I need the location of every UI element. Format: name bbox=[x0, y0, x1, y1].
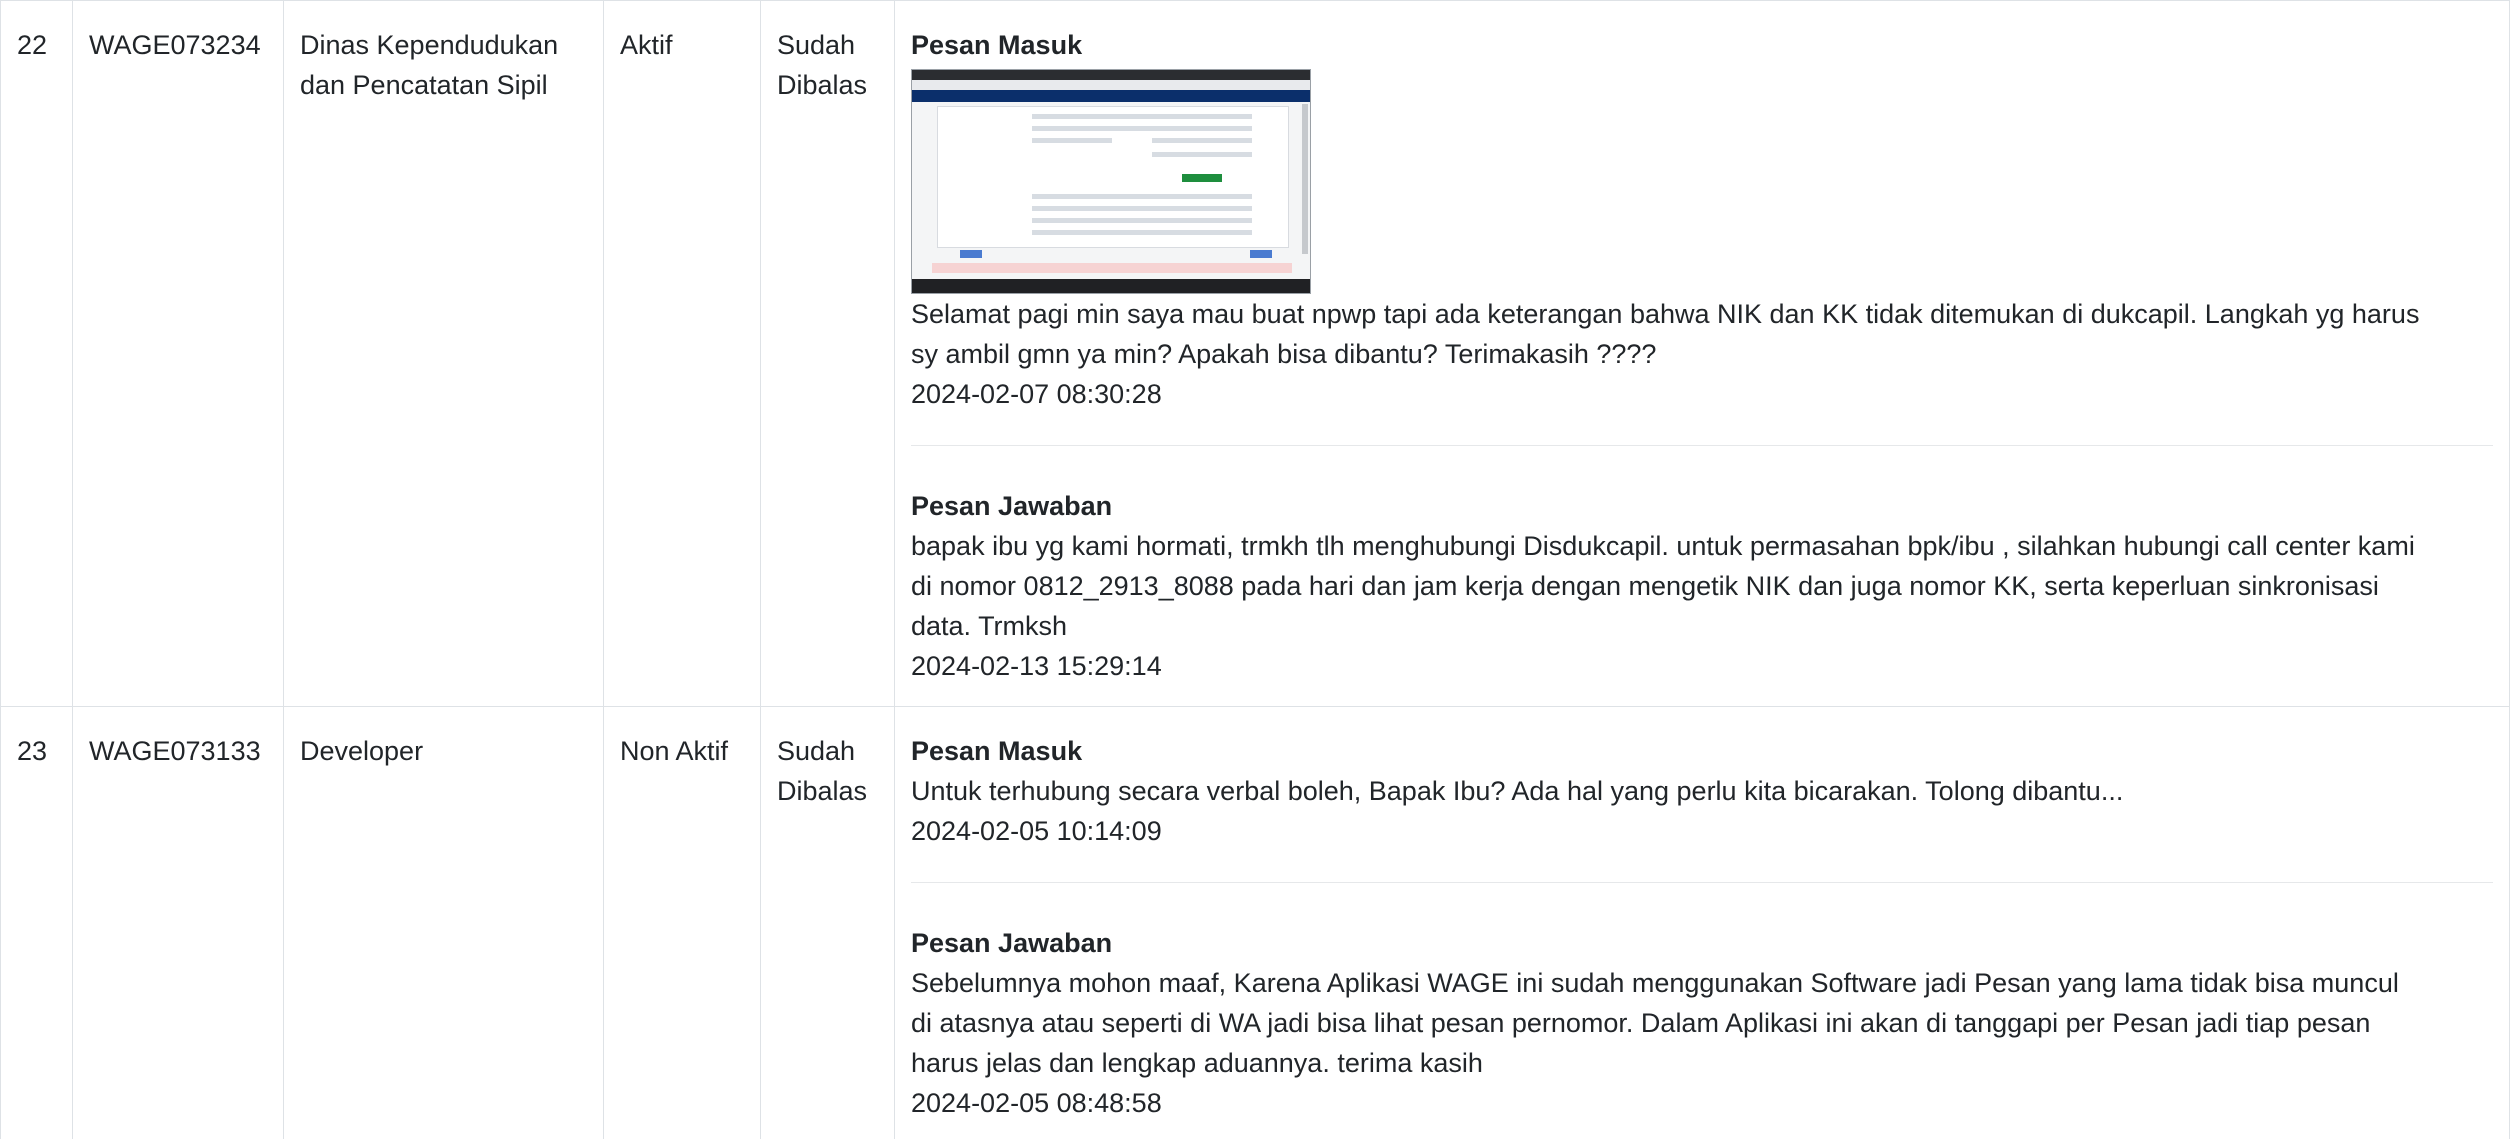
reply-status-line: Sudah bbox=[777, 30, 856, 60]
messages-table: 22 WAGE073234 Dinas Kependudukan dan Pen… bbox=[0, 0, 2510, 1139]
agency-cell: Dinas Kependudukan dan Pencatatan Sipil bbox=[283, 0, 604, 707]
incoming-message-time: 2024-02-05 10:14:09 bbox=[911, 816, 1162, 846]
form-field bbox=[1032, 126, 1252, 131]
reply-message-time: 2024-02-05 08:48:58 bbox=[911, 1088, 1162, 1118]
message-divider bbox=[911, 882, 2493, 883]
form-field bbox=[1032, 206, 1252, 211]
message-cell: Pesan Masuk Selamat pagi min saya mau bu… bbox=[894, 0, 2510, 707]
status-cell: Aktif bbox=[603, 0, 761, 707]
reply-message-time: 2024-02-13 15:29:14 bbox=[911, 651, 1162, 681]
message-divider bbox=[911, 445, 2493, 446]
form-next-button bbox=[1250, 250, 1272, 258]
agency-cell: Developer bbox=[283, 706, 604, 1139]
form-field bbox=[1152, 152, 1252, 157]
table-row: 23 WAGE073133 Developer Non Aktif Sudah … bbox=[0, 706, 2510, 1139]
reply-message-label: Pesan Jawaban bbox=[911, 491, 1113, 521]
form-field bbox=[1032, 230, 1252, 235]
ticket-code: WAGE073234 bbox=[72, 0, 284, 707]
form-field bbox=[1032, 194, 1252, 199]
form-field bbox=[1152, 138, 1252, 143]
reply-message-text: Sebelumnya mohon maaf, Karena Aplikasi W… bbox=[911, 968, 2399, 998]
message-cell: Pesan Masuk Untuk terhubung secara verba… bbox=[894, 706, 2510, 1139]
reply-status-line: Dibalas bbox=[777, 70, 868, 100]
attachment-thumbnail[interactable] bbox=[911, 69, 1311, 294]
incoming-message-time: 2024-02-07 08:30:28 bbox=[911, 379, 1162, 409]
status-cell: Non Aktif bbox=[603, 706, 761, 1139]
row-number: 22 bbox=[0, 0, 73, 707]
ticket-code: WAGE073133 bbox=[72, 706, 284, 1139]
app-header-bar bbox=[912, 90, 1310, 102]
reply-status-line: Sudah bbox=[777, 736, 856, 766]
scrollbar bbox=[1302, 104, 1308, 254]
reply-message-text: di nomor 0812_2913_8088 pada hari dan ja… bbox=[911, 571, 2379, 601]
reply-message-text: bapak ibu yg kami hormati, trmkh tlh men… bbox=[911, 531, 2415, 561]
reply-message-text: di atasnya atau seperti di WA jadi bisa … bbox=[911, 1008, 2371, 1038]
incoming-message-label: Pesan Masuk bbox=[911, 30, 1083, 60]
form-field bbox=[1032, 114, 1252, 119]
reply-message-text: data. Trmksh bbox=[911, 611, 1068, 641]
browser-tabs-bar bbox=[912, 70, 1310, 80]
agency-name-line: Developer bbox=[300, 736, 424, 766]
agency-name-line: dan Pencatatan Sipil bbox=[300, 70, 548, 100]
incoming-message-label: Pesan Masuk bbox=[911, 736, 1083, 766]
browser-address-bar bbox=[912, 80, 1310, 90]
taskbar bbox=[912, 279, 1310, 293]
incoming-message-text: sy ambil gmn ya min? Apakah bisa dibantu… bbox=[911, 339, 1657, 369]
reply-status-line: Dibalas bbox=[777, 776, 868, 806]
incoming-message-text: Selamat pagi min saya mau buat npwp tapi… bbox=[911, 299, 2420, 329]
reply-message-label: Pesan Jawaban bbox=[911, 928, 1113, 958]
table-row: 22 WAGE073234 Dinas Kependudukan dan Pen… bbox=[0, 0, 2510, 707]
agency-name-line: Dinas Kependudukan bbox=[300, 30, 559, 60]
form-field bbox=[1032, 218, 1252, 223]
reply-status-cell: Sudah Dibalas bbox=[760, 0, 895, 707]
incoming-message-text: Untuk terhubung secara verbal boleh, Bap… bbox=[911, 776, 2124, 806]
reply-message-text: harus jelas dan lengkap aduannya. terima… bbox=[911, 1048, 1483, 1078]
form-field bbox=[1032, 138, 1112, 143]
reply-status-cell: Sudah Dibalas bbox=[760, 706, 895, 1139]
form-alert bbox=[932, 263, 1292, 273]
form-back-button bbox=[960, 250, 982, 258]
row-number: 23 bbox=[0, 706, 73, 1139]
form-submit-button bbox=[1182, 174, 1222, 182]
